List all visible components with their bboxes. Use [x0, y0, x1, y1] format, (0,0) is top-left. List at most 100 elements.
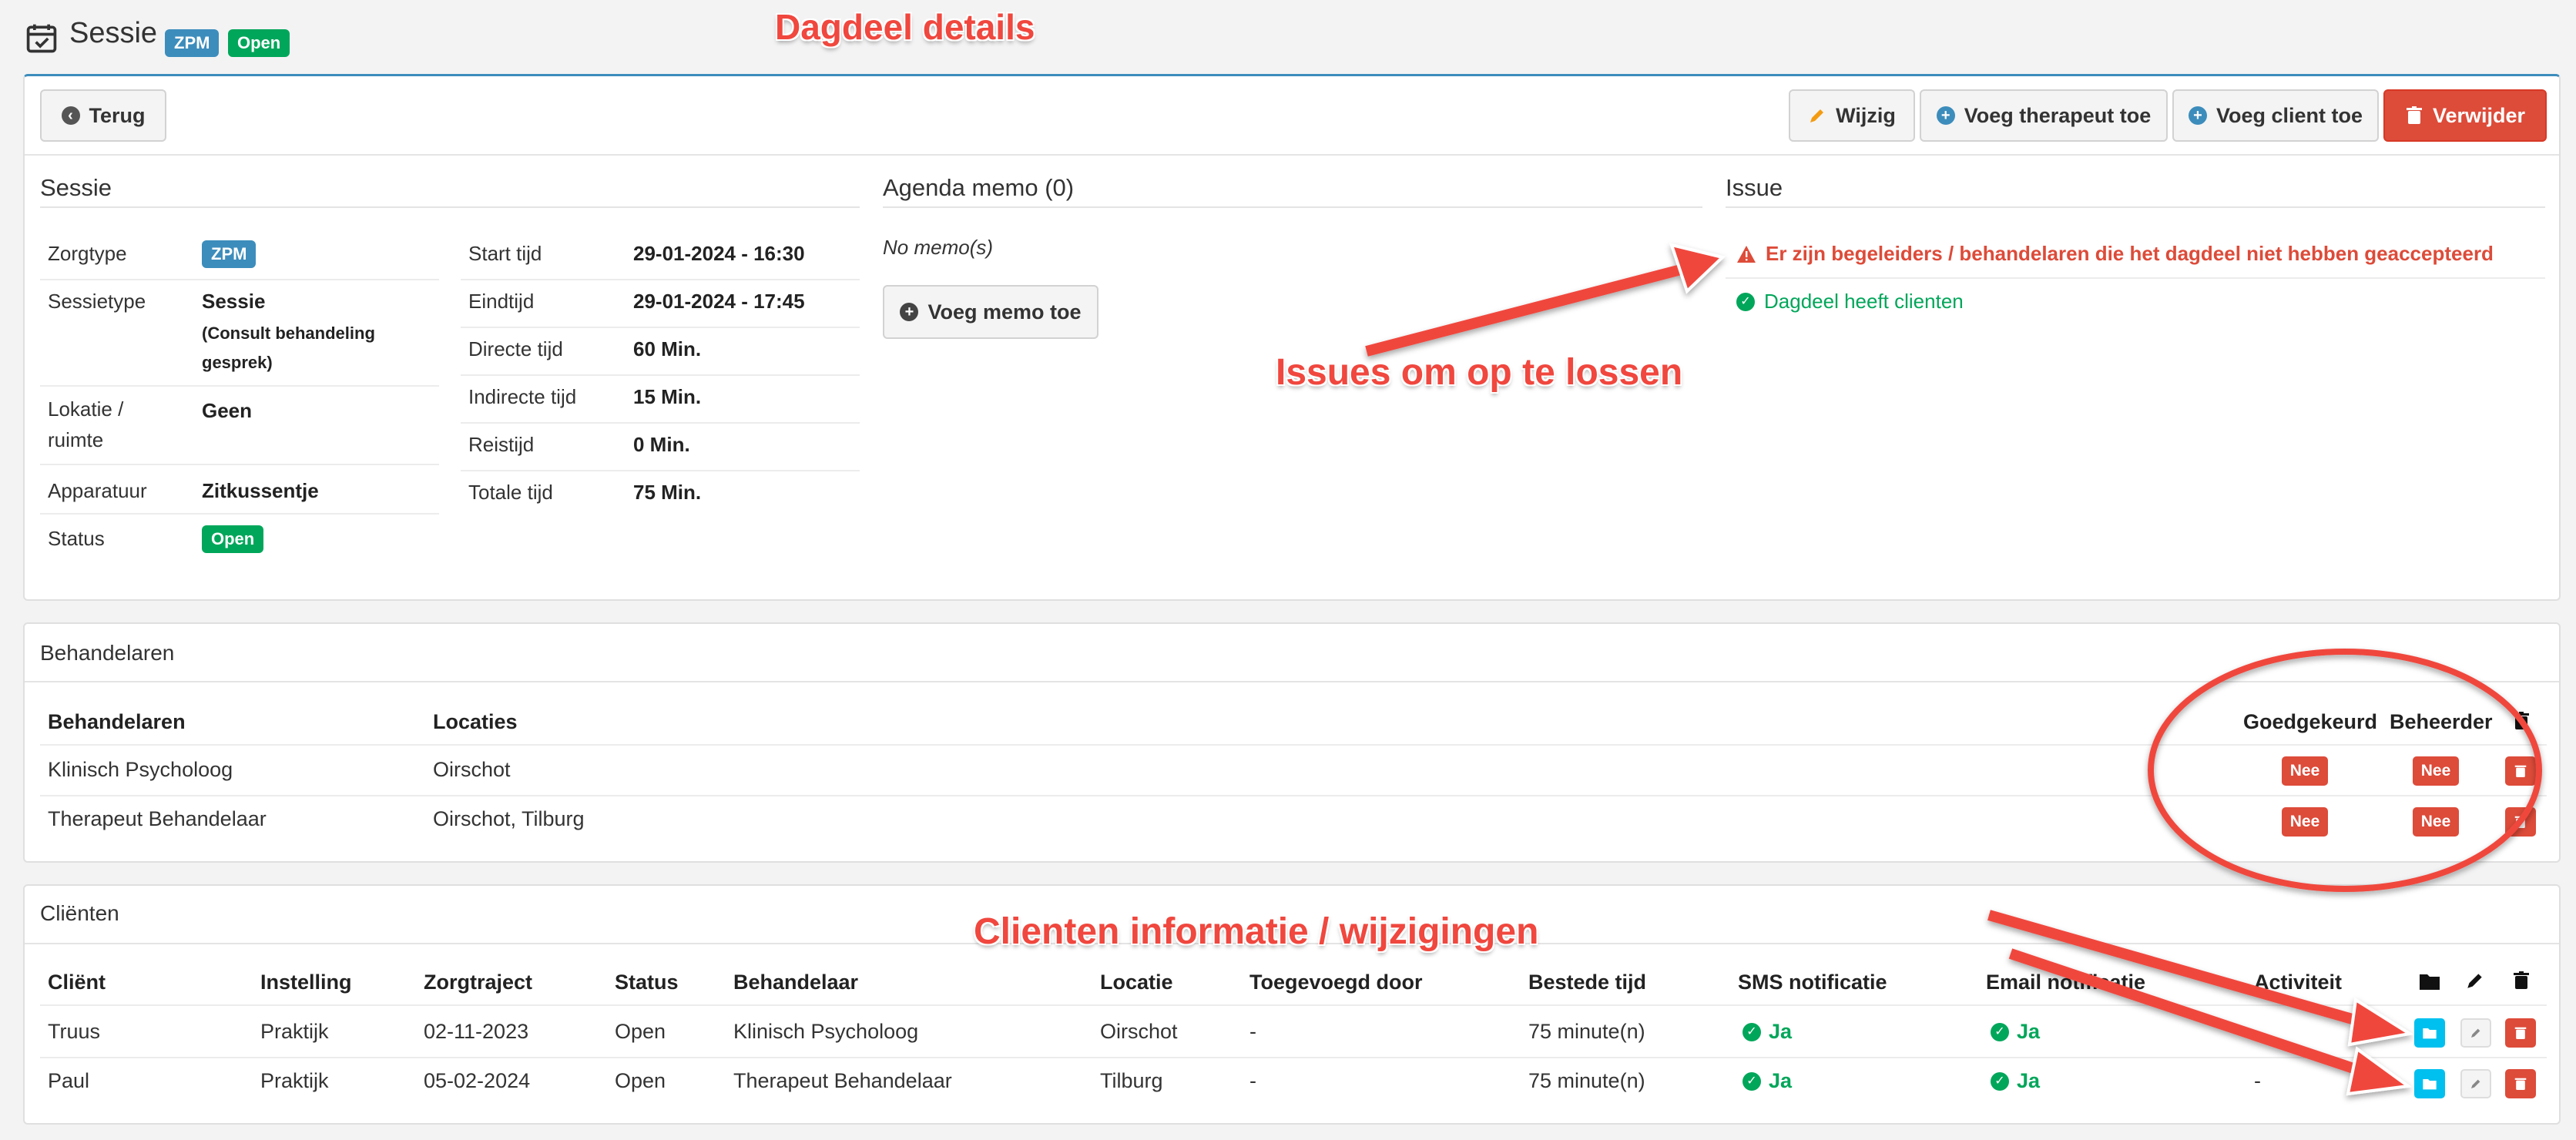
trash-icon — [2514, 971, 2529, 989]
client-time-spent: 75 minute(n) — [1528, 1069, 1645, 1092]
annotation-clients: Clienten informatie / wijzigingen — [974, 911, 1539, 952]
therapist-name: Therapeut Behandelaar — [48, 807, 267, 830]
row-divider — [461, 279, 860, 280]
client-location: Oirschot — [1100, 1020, 1178, 1043]
trash-icon — [2514, 765, 2527, 777]
trash-icon — [2514, 1027, 2527, 1039]
row-divider — [40, 513, 439, 515]
column-header: Status — [615, 971, 679, 994]
care-type-badge: ZPM — [165, 29, 220, 57]
column-header: Toegevoegd door — [1249, 971, 1423, 994]
add-memo-button[interactable]: + Voeg memo toe — [883, 285, 1098, 339]
status-badge: Open — [228, 29, 290, 57]
clients-heading: Cliënten — [40, 901, 119, 925]
column-header: Cliënt — [48, 971, 106, 994]
client-time-spent: 75 minute(n) — [1528, 1020, 1645, 1043]
row-divider — [40, 795, 2547, 796]
row-divider — [40, 385, 439, 387]
row-divider — [461, 470, 860, 471]
column-header: Email notificatie — [1986, 971, 2146, 994]
delete-button[interactable]: Verwijder — [2383, 89, 2547, 142]
client-institution: Praktijk — [260, 1069, 329, 1092]
sms-notification-status: ✓ Ja — [1742, 1020, 1792, 1044]
back-button[interactable]: ‹ Terug — [40, 89, 166, 142]
calendar-check-icon — [26, 24, 57, 53]
field-label: Directe tijd — [468, 337, 563, 360]
field-label: Status — [48, 527, 105, 550]
add-client-button[interactable]: + Voeg client toe — [2172, 89, 2379, 142]
pencil-icon — [2467, 974, 2482, 988]
delete-therapist-button[interactable] — [2505, 807, 2536, 837]
edit-client-button[interactable] — [2460, 1069, 2491, 1098]
start-time-value: 29-01-2024 - 16:30 — [633, 242, 805, 265]
row-divider — [461, 327, 860, 328]
email-notification-status: ✓ Ja — [1991, 1020, 2040, 1044]
check-circle-icon: ✓ — [1736, 292, 1755, 311]
folder-icon — [2423, 1028, 2437, 1039]
check-circle-icon: ✓ — [1991, 1071, 2009, 1091]
location-value: Geen — [202, 399, 253, 422]
admin-button[interactable]: Nee — [2413, 756, 2459, 786]
section-divider — [25, 681, 2559, 682]
field-label: Zorgtype — [48, 242, 127, 265]
folder-icon — [2423, 1079, 2437, 1090]
column-header: Locatie — [1100, 971, 1173, 994]
row-divider — [40, 744, 2547, 746]
total-time-value: 75 Min. — [633, 481, 702, 504]
column-header: Behandelaar — [733, 971, 859, 994]
plus-circle-icon: + — [1936, 106, 1955, 125]
folder-icon — [2420, 974, 2440, 990]
delete-client-button[interactable] — [2505, 1018, 2536, 1048]
field-label: ruimte — [48, 428, 104, 451]
email-notification-status: ✓ Ja — [1991, 1069, 2040, 1093]
row-divider — [461, 422, 860, 424]
pencil-icon — [2471, 1079, 2480, 1088]
row-divider — [40, 1004, 2547, 1006]
row-divider — [461, 374, 860, 376]
client-activity: - — [2254, 1069, 2261, 1092]
field-label: Start tijd — [468, 242, 542, 265]
open-folder-button[interactable] — [2414, 1069, 2445, 1098]
memo-heading: Agenda memo (0) — [883, 174, 1075, 201]
pencil-icon — [2471, 1028, 2480, 1038]
client-added-by: - — [1249, 1020, 1256, 1043]
approved-button[interactable]: Nee — [2282, 807, 2328, 837]
row-divider — [1726, 277, 2545, 279]
approved-button[interactable]: Nee — [2282, 756, 2328, 786]
plus-circle-icon: + — [2188, 106, 2207, 125]
equipment-value: Zitkussentje — [202, 479, 319, 502]
session-heading: Sessie — [40, 174, 112, 201]
delete-client-button[interactable] — [2505, 1069, 2536, 1098]
client-status: Open — [615, 1020, 666, 1043]
section-divider — [1726, 206, 2545, 208]
sms-notification-status: ✓ Ja — [1742, 1069, 1792, 1093]
end-time-value: 29-01-2024 - 17:45 — [633, 290, 805, 313]
field-label: Reistijd — [468, 433, 535, 456]
client-trajectory: 05-02-2024 — [424, 1069, 531, 1092]
client-name: Paul — [48, 1069, 90, 1092]
travel-time-value: 0 Min. — [633, 433, 690, 456]
trash-icon — [2514, 1078, 2527, 1090]
session-type-detail: (Consult behandeling — [202, 324, 375, 343]
edit-button[interactable]: Wijzig — [1789, 89, 1915, 142]
field-label: Totale tijd — [468, 481, 553, 504]
open-folder-button[interactable] — [2414, 1018, 2445, 1048]
pencil-icon — [1808, 106, 1826, 125]
client-name: Truus — [48, 1020, 101, 1043]
plus-circle-icon: + — [900, 303, 919, 321]
therapists-heading: Behandelaren — [40, 641, 175, 665]
session-type-detail: gesprek) — [202, 353, 273, 372]
admin-button[interactable]: Nee — [2413, 807, 2459, 837]
column-header: Bestede tijd — [1528, 971, 1647, 994]
add-therapist-button[interactable]: + Voeg therapeut toe — [1920, 89, 2168, 142]
edit-client-button[interactable] — [2460, 1018, 2491, 1048]
client-status: Open — [615, 1069, 666, 1092]
column-header: Zorgtraject — [424, 971, 533, 994]
column-header: SMS notificatie — [1738, 971, 1887, 994]
column-header: Locaties — [433, 710, 518, 733]
check-circle-icon: ✓ — [1742, 1022, 1761, 1041]
field-label: Lokatie / — [48, 397, 124, 421]
issue-heading: Issue — [1726, 174, 1783, 201]
status-badge: Open — [202, 525, 264, 553]
delete-therapist-button[interactable] — [2505, 756, 2536, 786]
